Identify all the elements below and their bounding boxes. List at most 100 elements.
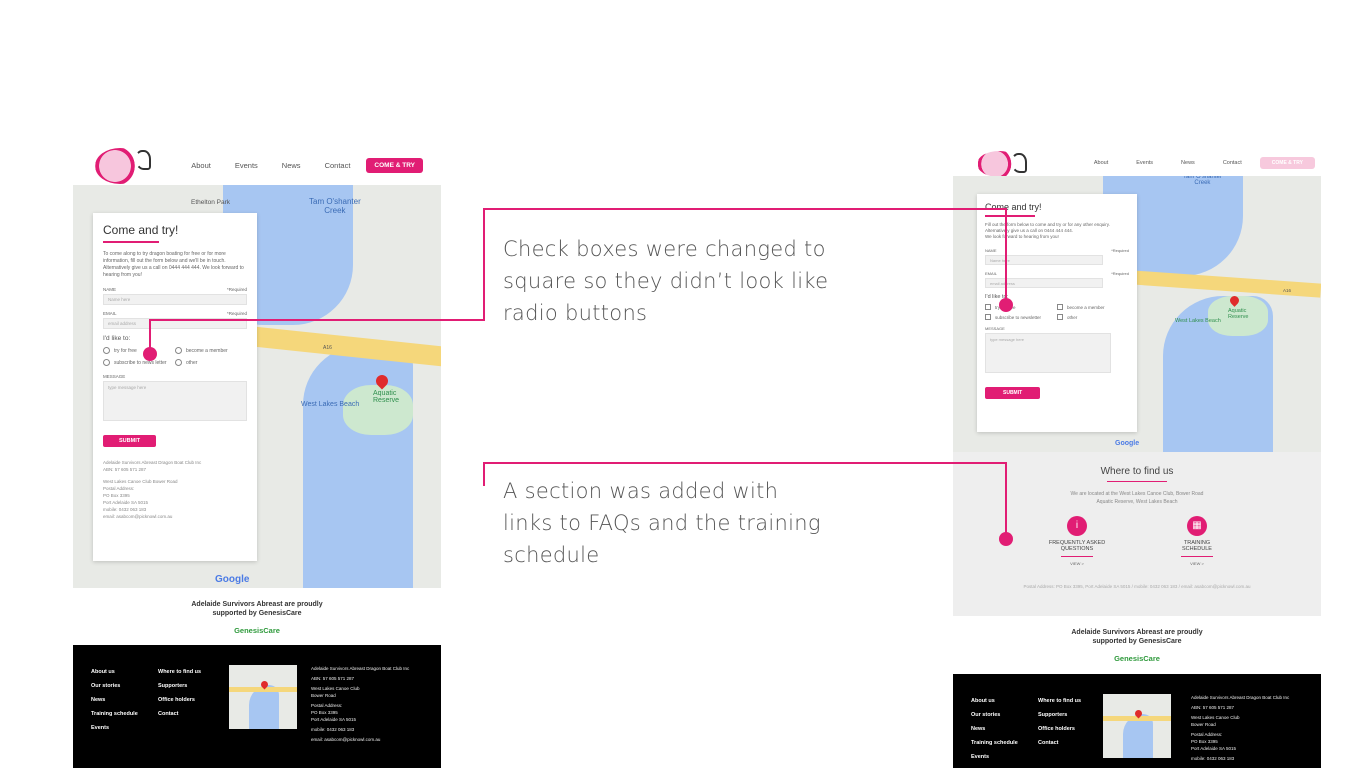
footer-link[interactable]: About us xyxy=(91,665,138,679)
option-other[interactable]: other xyxy=(175,359,247,366)
location-map[interactable]: Tam O'shanter Creek West Lakes Beach Aqu… xyxy=(953,176,1321,452)
footer-col-2: Where to find us Supporters Office holde… xyxy=(158,665,201,721)
radio-icon[interactable] xyxy=(175,359,182,366)
faq-view-link[interactable]: VIEW > xyxy=(1042,561,1112,566)
footer-postal: Postal Address: PO Box 3395 Port Adelaid… xyxy=(311,703,357,722)
option-label: subscribe to news letter xyxy=(114,359,167,366)
footer-link[interactable]: News xyxy=(91,693,138,707)
footer-link[interactable]: Events xyxy=(971,750,1018,764)
lake-water-south xyxy=(303,345,413,588)
email-input[interactable]: email address xyxy=(985,278,1103,288)
annotation-new-section: A section was added with links to FAQs a… xyxy=(503,479,821,567)
find-us-title: Where to find us xyxy=(1100,466,1174,477)
submit-button[interactable]: SUBMIT xyxy=(985,387,1041,399)
footer-link[interactable]: Training schedule xyxy=(971,736,1018,750)
name-input[interactable]: Name here xyxy=(985,255,1103,265)
road-label: A16 xyxy=(1283,288,1292,293)
footer-link[interactable]: About us xyxy=(971,694,1018,708)
option-become-member[interactable]: become a member xyxy=(1057,304,1129,310)
footer-link[interactable]: Where to find us xyxy=(1038,694,1081,708)
submit-button[interactable]: SUBMIT xyxy=(103,435,157,447)
message-textarea[interactable]: type message here xyxy=(985,333,1111,373)
footer-link[interactable]: Contact xyxy=(158,707,201,721)
club-email[interactable]: email: asabcom@picknowl.com.au xyxy=(103,513,247,520)
footer-link[interactable]: Supporters xyxy=(158,679,201,693)
footer-link[interactable]: News xyxy=(971,722,1018,736)
footer-club: Adelaide Survivors Abreast Dragon Boat C… xyxy=(311,666,410,671)
nav-events[interactable]: Events xyxy=(223,161,270,170)
come-and-try-button[interactable]: COME & TRY xyxy=(366,157,423,173)
footer-link[interactable]: Our stories xyxy=(971,708,1018,722)
club-logo[interactable] xyxy=(977,151,1027,177)
footer-email[interactable]: email: asabcom@picknowl.com.au xyxy=(311,736,409,743)
genesiscare-logo[interactable]: GenesisCare xyxy=(953,654,1321,663)
option-try-free[interactable]: try for free xyxy=(985,304,1057,310)
option-become-member[interactable]: become a member xyxy=(175,347,247,354)
message-label-text: MESSAGE xyxy=(985,326,1005,331)
come-and-try-form: Come and try! Fill out the form below to… xyxy=(977,194,1137,432)
callout-2-dot xyxy=(999,532,1013,546)
footer-link[interactable]: Office holders xyxy=(1038,722,1081,736)
calendar-icon: ▦ xyxy=(1187,516,1207,536)
footer-link[interactable]: Where to find us xyxy=(158,665,201,679)
option-try-free[interactable]: try for free xyxy=(103,347,175,354)
nav-contact[interactable]: Contact xyxy=(1209,160,1256,166)
footer-link[interactable]: Our stories xyxy=(91,679,138,693)
radio-icon[interactable] xyxy=(103,359,110,366)
beach-label: West Lakes Beach xyxy=(1175,318,1221,324)
training-view-link[interactable]: VIEW > xyxy=(1162,561,1232,566)
option-other[interactable]: other xyxy=(1057,314,1129,320)
message-label-text: MESSAGE xyxy=(103,374,126,379)
checkbox-icon[interactable] xyxy=(985,304,991,310)
option-label: become a member xyxy=(1067,304,1105,310)
footer-map[interactable] xyxy=(1103,694,1171,758)
nav-about[interactable]: About xyxy=(1080,160,1122,166)
radio-icon[interactable] xyxy=(103,347,110,354)
come-and-try-button[interactable]: COME & TRY xyxy=(1259,157,1315,169)
annotation-checkboxes: Check boxes were changed to square so th… xyxy=(503,237,829,325)
option-newsletter[interactable]: subscribe to news letter xyxy=(103,359,175,366)
name-input[interactable]: Name here xyxy=(103,294,247,305)
footer-map[interactable] xyxy=(229,665,297,729)
name-label-text: NAME xyxy=(985,248,997,253)
footer-link[interactable]: Supporters xyxy=(1038,708,1081,722)
radio-icon[interactable] xyxy=(175,347,182,354)
callout-1-dot-right xyxy=(999,298,1013,312)
presentation-slide: About Events News Contact COME & TRY Eth… xyxy=(0,0,1366,768)
sponsor-text: Adelaide Survivors Abreast are proudly s… xyxy=(191,601,323,617)
nav-contact[interactable]: Contact xyxy=(313,161,363,170)
genesiscare-logo[interactable]: GenesisCare xyxy=(73,626,441,635)
club-logo[interactable] xyxy=(95,148,151,184)
title-underline xyxy=(103,241,159,243)
checkbox-icon[interactable] xyxy=(1057,314,1063,320)
faq-link[interactable]: i FREQUENTLY ASKED QUESTIONS VIEW > xyxy=(1042,516,1112,566)
message-textarea[interactable]: type message here xyxy=(103,381,247,421)
sponsor-section: Adelaide Survivors Abreast are proudly s… xyxy=(953,628,1321,663)
nav-events[interactable]: Events xyxy=(1122,160,1167,166)
footer-link[interactable]: Contact xyxy=(1038,736,1081,750)
location-map[interactable]: Ethelton Park Tam O'shanter Creek West L… xyxy=(73,185,441,588)
checkbox-icon[interactable] xyxy=(1057,304,1063,310)
nav-news[interactable]: News xyxy=(1167,160,1209,166)
info-icon: i xyxy=(1067,516,1087,536)
training-schedule-link[interactable]: ▦ TRAINING SCHEDULE VIEW > xyxy=(1162,516,1232,566)
road-label: A16 xyxy=(323,345,332,351)
nav-links: About Events News Contact COME & TRY xyxy=(179,145,423,185)
callout-2-right-stem xyxy=(1005,462,1007,538)
footer-link[interactable]: Training schedule xyxy=(91,707,138,721)
site-nav: About Events News Contact COME & TRY xyxy=(953,150,1321,177)
come-and-try-form: Come and try! To come along to try drago… xyxy=(93,213,257,561)
interest-options: try for free become a member subscribe t… xyxy=(103,347,247,366)
callout-2-left-tick xyxy=(483,462,485,486)
find-us-address: We are located at the West Lakes Canoe C… xyxy=(1070,491,1204,505)
sponsor-text: Adelaide Survivors Abreast are proudly s… xyxy=(1071,629,1203,645)
footer-link[interactable]: Office holders xyxy=(158,693,201,707)
checkbox-icon[interactable] xyxy=(985,314,991,320)
creek-label: Tam O'shanter Creek xyxy=(309,197,361,215)
footer-col-1: About us Our stories News Training sched… xyxy=(971,694,1018,764)
footer-link[interactable]: Events xyxy=(91,721,138,735)
nav-about[interactable]: About xyxy=(179,161,223,170)
option-newsletter[interactable]: subscribe to newsletter xyxy=(985,314,1057,320)
nav-news[interactable]: News xyxy=(270,161,313,170)
callout-1-riser xyxy=(483,208,485,321)
